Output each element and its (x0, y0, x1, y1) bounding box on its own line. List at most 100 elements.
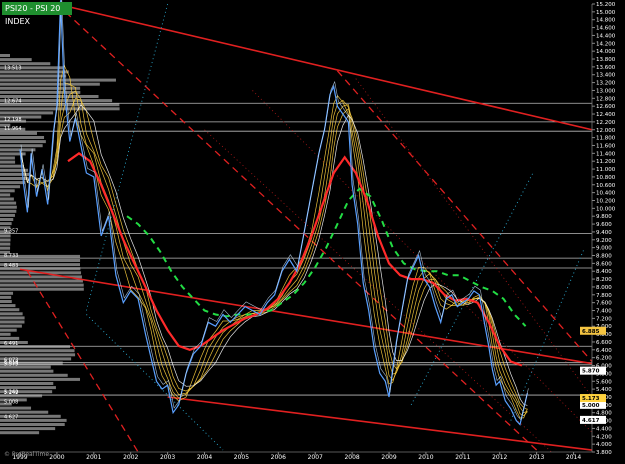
thin-ma-line (19, 104, 528, 406)
y-tick-label: 11.600 (596, 143, 616, 149)
volume-bar (0, 107, 120, 111)
volume-bar (0, 312, 23, 316)
y-tick-label: 8.600 (596, 261, 612, 267)
x-tick-label: 2007 (308, 454, 323, 460)
volume-profile (0, 54, 120, 435)
trend-line-dotted (204, 129, 552, 453)
volume-bar (0, 332, 11, 336)
volume-bar (0, 181, 26, 185)
trend-line (56, 3, 538, 451)
y-tick-label: 12.000 (596, 128, 616, 134)
y-tick-label: 7.400 (596, 309, 612, 315)
y-tick-label: 7.800 (596, 293, 612, 299)
volume-bar (0, 238, 11, 242)
y-tick-label: 6.400 (596, 348, 612, 354)
price-highlight-label: 5.000 (582, 403, 600, 409)
volume-bar (0, 283, 84, 287)
volume-bar (0, 140, 46, 144)
volume-bar (0, 222, 12, 226)
volume-bar (0, 205, 17, 209)
y-tick-label: 10.600 (596, 183, 616, 189)
volume-bar (0, 382, 54, 385)
y-tick-label: 9.600 (596, 222, 612, 228)
y-tick-label: 8.800 (596, 254, 612, 260)
y-tick-label: 8.400 (596, 269, 612, 275)
trend-line (167, 396, 593, 451)
y-tick-label: 10.400 (596, 191, 616, 197)
volume-bar (0, 320, 25, 324)
y-tick-label: 14.200 (596, 41, 616, 47)
volume-bar (0, 300, 12, 303)
level-label: 4.627 (4, 415, 18, 421)
y-tick-label: 10.200 (596, 198, 616, 204)
volume-bar (0, 353, 76, 357)
chart-root: 1999 2000 2001 2002 2003 2004 2005 2006 2007 2008… (0, 0, 625, 461)
y-tick-label: 9.400 (596, 230, 612, 236)
trend-line (336, 70, 593, 363)
trend-lines (19, 3, 593, 453)
volume-bar (0, 218, 14, 221)
green-dashed-ma-line (126, 187, 527, 327)
volume-bar (0, 291, 14, 295)
volume-bar (0, 295, 12, 299)
x-tick-label: 2008 (344, 454, 359, 460)
y-tick-label: 3.800 (596, 450, 612, 456)
volume-bar (0, 406, 32, 410)
price-high-line (20, 0, 529, 421)
volume-bar (0, 336, 20, 340)
price-highlight-label: 5.870 (582, 369, 600, 375)
volume-bar (0, 201, 17, 205)
volume-bar (0, 58, 32, 62)
volume-bar (0, 189, 15, 193)
volume-bar (0, 193, 11, 197)
price-highlight-label: 4.617 (582, 418, 600, 424)
y-tick-label: 15.000 (596, 10, 616, 16)
series-lines (19, 0, 529, 426)
prorealtime-logo: © ProRealTime (4, 451, 50, 458)
y-tick-label: 7.200 (596, 316, 612, 322)
x-tick-label: 2005 (234, 454, 249, 460)
volume-bar (0, 423, 65, 426)
y-tick-label: 4.200 (596, 434, 612, 440)
y-tick-label: 7.600 (596, 301, 612, 307)
volume-bar (0, 324, 22, 328)
volume-bar (0, 136, 45, 139)
volume-bar (0, 209, 17, 213)
x-tick-label: 2002 (123, 454, 138, 460)
volume-bar (0, 287, 84, 291)
y-tick-label: 4.400 (596, 426, 612, 432)
x-axis: 1999 2000 2001 2002 2003 2004 2005 2006 2007 2008… (12, 451, 592, 461)
chart-title: PSI20 - PSI 20 INDEX (2, 2, 72, 26)
y-tick-label: 11.000 (596, 167, 616, 173)
y-tick-label: 13.400 (596, 73, 616, 79)
red-ma-line (67, 151, 523, 367)
trend-line-dotted (355, 78, 593, 398)
volume-bar (0, 148, 36, 152)
x-tick-label: 2014 (566, 454, 581, 460)
x-tick-label: 2001 (86, 454, 101, 460)
price-labels: 12.674 13.513 12.198 11.964 9.357 8.733 8.483 6… (4, 65, 606, 424)
volume-bar (0, 328, 17, 332)
volume-bar (0, 234, 11, 238)
x-tick-label: 2009 (381, 454, 396, 460)
y-tick-label: 9.200 (596, 238, 612, 244)
level-label: 8.483 (4, 263, 18, 269)
volume-bar (0, 316, 25, 320)
volume-bar (0, 164, 24, 168)
volume-bar (0, 259, 81, 262)
level-label: 9.357 (4, 229, 18, 235)
level-label: 11.964 (4, 126, 22, 132)
y-tick-label: 10.800 (596, 175, 616, 181)
volume-bar (0, 279, 83, 283)
volume-bar (0, 427, 56, 431)
volume-bar (0, 74, 67, 78)
volume-bar (0, 242, 11, 246)
y-tick-label: 11.800 (596, 136, 616, 142)
y-tick-label: 14.000 (596, 49, 616, 55)
x-tick-label: 2010 (418, 454, 433, 460)
level-label: 5.262 (4, 390, 18, 396)
price-highlight-label: 6.885 (582, 329, 600, 335)
volume-bar (0, 156, 15, 160)
trend-line (56, 3, 593, 131)
level-label: 5.979 (4, 361, 18, 367)
